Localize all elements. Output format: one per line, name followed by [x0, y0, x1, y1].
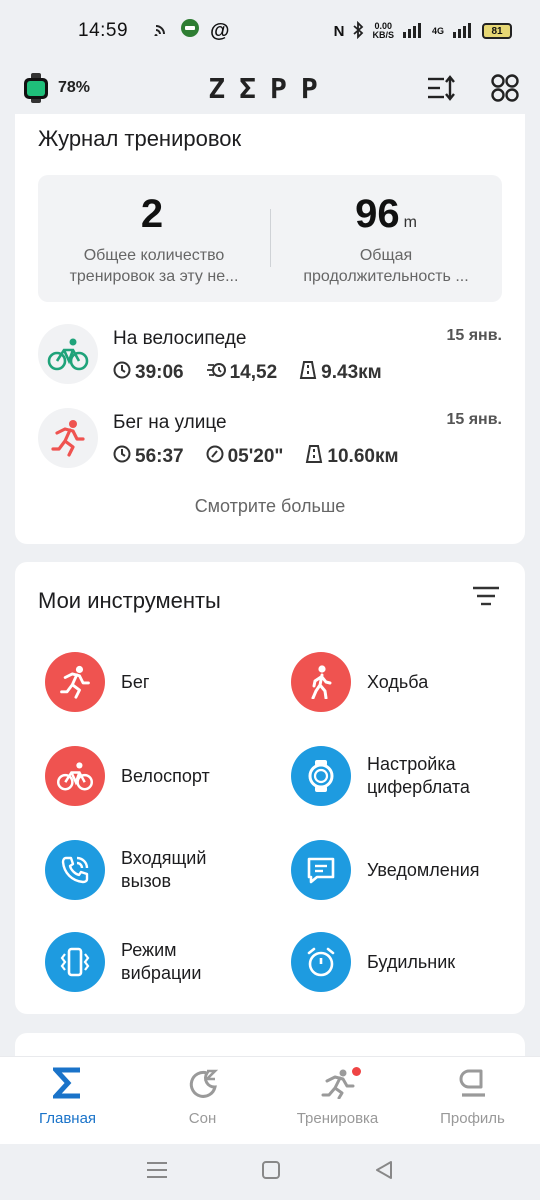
nav-label: Тренировка — [296, 1110, 379, 1127]
sort-icon[interactable] — [424, 71, 458, 105]
watch-icon[interactable] — [24, 73, 48, 103]
summary-duration: 96 m Общая продолжительность ... — [270, 175, 502, 302]
status-bar: 14:59 @ N 0.00 KB/S 4G 81 — [0, 0, 540, 62]
workout-icon — [321, 1067, 355, 1104]
network-type: 4G — [431, 26, 444, 36]
profile-icon — [457, 1067, 489, 1104]
workout-duration: 39:06 — [113, 360, 184, 386]
battery-indicator: 81 — [482, 23, 512, 39]
tool-walk[interactable]: Ходьба — [291, 650, 531, 714]
summary-count-label: Общее количество тренировок за эту не... — [69, 247, 239, 285]
workout-date: 15 янв. — [446, 327, 502, 344]
message-icon — [291, 840, 351, 900]
workout-duration: 56:37 — [113, 444, 184, 470]
status-time: 14:59 — [78, 20, 129, 41]
sleep-icon — [187, 1067, 219, 1104]
workout-distance: 9.43км — [299, 360, 382, 386]
nfc-icon: N — [333, 22, 345, 40]
nav-workout[interactable]: Тренировка — [270, 1057, 405, 1144]
summary-duration-value: 96 — [355, 192, 400, 236]
workout-journal-card[interactable]: Журнал тренировок 2 Общее количество тре… — [15, 114, 525, 544]
bike-icon — [45, 746, 105, 806]
vibration-icon — [45, 932, 105, 992]
tool-incoming-call[interactable]: Входящий вызов — [45, 838, 285, 902]
cast-icon — [154, 20, 170, 42]
at-icon: @ — [210, 19, 230, 42]
home-icon[interactable] — [261, 1160, 281, 1185]
system-navigation — [0, 1144, 540, 1200]
tool-cycling[interactable]: Велоспорт — [45, 744, 285, 808]
summary-duration-label: Общая продолжительность ... — [303, 247, 469, 285]
clock-icon — [113, 361, 131, 385]
phone-call-icon — [45, 840, 105, 900]
pace-icon — [206, 445, 224, 469]
journal-summary[interactable]: 2 Общее количество тренировок за эту не.… — [38, 175, 502, 302]
summary-count: 2 Общее количество тренировок за эту не.… — [38, 175, 270, 302]
bike-icon — [38, 324, 98, 384]
recents-icon[interactable] — [146, 1160, 168, 1185]
tool-label: Велоспорт — [121, 765, 210, 786]
journal-title: Журнал тренировок — [38, 126, 242, 151]
signal-icon-2 — [452, 22, 474, 41]
tools-title: Мои инструменты — [38, 588, 221, 613]
nav-profile[interactable]: Профиль — [405, 1057, 540, 1144]
run-icon — [38, 408, 98, 468]
workout-name: Бег на улице — [113, 412, 227, 433]
workout-name: На велосипеде — [113, 328, 247, 349]
back-icon[interactable] — [374, 1160, 394, 1185]
bottom-navigation: Главная Сон Тренировка Профиль — [0, 1056, 540, 1144]
workout-item-run[interactable]: Бег на улице 15 янв. 56:37 05'20" 10.60к… — [38, 408, 502, 478]
tool-label: Настройка циферблата — [367, 754, 470, 797]
tool-label: Уведомления — [367, 859, 480, 880]
summary-duration-unit: m — [403, 214, 417, 231]
summary-count-value: 2 — [140, 192, 164, 236]
my-tools-card: Мои инструменты Бег Ходьба Велоспорт Нас… — [15, 562, 525, 1014]
nav-label: Профиль — [440, 1110, 505, 1127]
workout-distance: 10.60км — [305, 444, 399, 470]
tool-notifications[interactable]: Уведомления — [291, 838, 531, 902]
workout-pace: 05'20" — [206, 444, 283, 470]
sigma-icon — [49, 1067, 83, 1104]
tool-label: Режим вибрации — [121, 940, 202, 983]
see-more-link[interactable]: Смотрите больше — [15, 496, 525, 517]
clock-icon — [113, 445, 131, 469]
speed-icon — [206, 361, 226, 385]
run-icon — [45, 652, 105, 712]
workout-speed: 14,52 — [206, 360, 277, 386]
app-bar: 78% ZΣPP — [0, 62, 540, 114]
route-icon — [299, 360, 317, 386]
nav-home[interactable]: Главная — [0, 1057, 135, 1144]
notification-dot — [352, 1067, 361, 1076]
tool-label: Бег — [121, 671, 150, 692]
tool-vibration[interactable]: Режим вибрации — [45, 930, 285, 994]
tool-label: Входящий вызов — [121, 848, 207, 891]
signal-icon — [402, 22, 424, 41]
apps-grid-icon[interactable] — [488, 71, 522, 105]
network-speed: 0.00 KB/S — [372, 21, 394, 40]
tools-menu-icon[interactable] — [471, 584, 505, 614]
route-icon — [305, 444, 323, 470]
app-notification-icon — [180, 18, 200, 44]
nav-sleep[interactable]: Сон — [135, 1057, 270, 1144]
nav-label: Главная — [38, 1110, 97, 1127]
alarm-icon — [291, 932, 351, 992]
tool-label: Ходьба — [367, 671, 429, 692]
watch-face-icon — [291, 746, 351, 806]
tool-label: Будильник — [367, 951, 456, 972]
watch-battery-level: 78% — [58, 79, 91, 96]
nav-label: Сон — [188, 1110, 217, 1127]
tool-alarm[interactable]: Будильник — [291, 930, 531, 994]
walk-icon — [291, 652, 351, 712]
workout-item-bike[interactable]: На велосипеде 15 янв. 39:06 14,52 9.43км — [38, 324, 502, 394]
tool-run[interactable]: Бег — [45, 650, 285, 714]
tool-watch-face[interactable]: Настройка циферблата — [291, 744, 531, 808]
workout-date: 15 янв. — [446, 411, 502, 428]
bluetooth-icon — [352, 20, 364, 42]
